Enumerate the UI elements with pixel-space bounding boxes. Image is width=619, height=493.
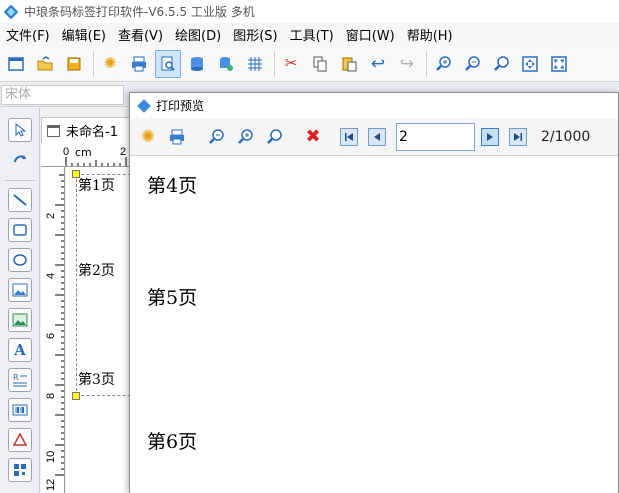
redo-icon[interactable]: ↪ [394,50,420,78]
database-icon[interactable] [184,50,210,78]
menu-window[interactable]: 窗口(W) [340,25,401,44]
preview-toolbar: ✺ ✖ 2/1000 [130,118,618,156]
zoom-in-icon[interactable] [233,124,257,150]
open-icon[interactable] [32,50,58,78]
ellipse-tool-icon[interactable] [8,248,32,272]
print-settings-icon[interactable]: ✺ [136,124,160,150]
drawing-tools-panel: A R [0,108,40,493]
rich-text-tool-icon[interactable]: R [8,368,32,392]
label-outline [76,174,136,396]
ruler-label: 4 [45,272,57,279]
save-icon[interactable] [61,50,87,78]
menu-bar: 文件(F) 编辑(E) 查看(V) 绘图(D) 图形(S) 工具(T) 窗口(W… [0,23,619,46]
zoom-actual-icon[interactable] [262,124,286,150]
menu-edit[interactable]: 编辑(E) [56,25,112,44]
menu-draw[interactable]: 绘图(D) [169,25,227,44]
vertical-ruler: 2 4 6 8 10 12 [41,167,65,493]
line-tool-icon[interactable] [8,188,32,212]
main-toolbar: ✺ ✂ ↩ ↪ [0,46,619,82]
menu-file[interactable]: 文件(F) [0,25,56,44]
barcode-tool-icon[interactable] [8,398,32,422]
menu-shape[interactable]: 图形(S) [227,25,283,44]
document-window-icon [47,124,60,137]
next-page-icon[interactable] [481,127,499,146]
horizontal-ruler: 0 cm 2 [41,143,131,167]
print-icon[interactable] [165,124,189,150]
last-page-icon[interactable] [509,127,527,146]
canvas-page-label[interactable]: 第3页 [78,369,115,389]
close-preview-icon[interactable]: ✖ [301,124,325,150]
copy-icon[interactable] [307,50,333,78]
preview-page-label: 第5页 [147,287,198,309]
picture-library-icon[interactable] [8,308,32,332]
page-number-input[interactable] [396,122,475,151]
zoom-out-icon[interactable] [204,124,228,150]
font-name-select[interactable]: 宋体 [1,85,124,105]
zoom-actual-icon[interactable] [488,50,514,78]
rotate-tool-icon[interactable] [8,148,32,172]
undo-icon[interactable]: ↩ [365,50,391,78]
preview-page-label: 第4页 [147,175,198,197]
design-canvas[interactable]: 第1页 第2页 第3页 [66,167,136,493]
ruler-label: 8 [45,392,57,399]
window-title: 中琅条码标签打印软件-V6.5.5 工业版 多机 [24,5,255,19]
ruler-label: 2 [45,212,57,219]
menu-tools[interactable]: 工具(T) [284,25,340,44]
preview-content[interactable]: 第4页 第5页 第6页 [130,157,618,493]
zoom-in-icon[interactable] [430,50,456,78]
preview-page-label: 第6页 [147,431,198,453]
qrcode-tool-icon[interactable] [8,458,32,482]
ruler-label: 10 [45,450,57,463]
canvas-page-label[interactable]: 第1页 [78,175,115,195]
app-logo-icon [3,4,19,19]
panel-divider [5,180,35,181]
resize-handle[interactable] [72,392,80,400]
svg-text:R: R [13,373,19,382]
paste-icon[interactable] [336,50,362,78]
preview-title: 打印预览 [156,99,205,113]
database-settings-icon[interactable] [213,50,239,78]
preview-window-icon [137,98,151,113]
image-tool-icon[interactable] [8,278,32,302]
first-page-icon[interactable] [340,127,358,146]
canvas-page-label[interactable]: 第2页 [78,260,115,280]
fit-width-icon[interactable] [546,50,572,78]
rectangle-tool-icon[interactable] [8,218,32,242]
zoom-out-icon[interactable] [459,50,485,78]
grid-icon[interactable] [242,50,268,78]
previous-page-icon[interactable] [368,127,386,146]
preview-title-bar: 打印预览 [130,93,618,118]
print-icon[interactable] [126,50,152,78]
document-tab[interactable]: 未命名-1 [41,117,131,143]
document-tab-label: 未命名-1 [66,125,118,140]
select-tool-icon[interactable] [8,118,32,142]
text-tool-icon[interactable]: A [8,338,32,362]
fit-page-icon[interactable] [517,50,543,78]
print-preview-icon[interactable] [155,49,181,78]
toolbar-divider [93,50,94,77]
title-bar: 中琅条码标签打印软件-V6.5.5 工业版 多机 [0,0,619,23]
settings-icon[interactable]: ✺ [97,50,123,78]
ruler-label: 12 [45,478,57,491]
ruler-ticks [65,157,127,166]
print-preview-window: 打印预览 ✺ ✖ 2/1000 第4页 第5页 第6页 [129,92,619,493]
menu-help[interactable]: 帮助(H) [401,25,459,44]
new-icon[interactable] [3,50,29,78]
toolbar-divider [274,50,275,77]
menu-view[interactable]: 查看(V) [112,25,169,44]
ruler-label: 6 [45,332,57,339]
cut-icon[interactable]: ✂ [278,50,304,78]
polygon-tool-icon[interactable] [8,428,32,452]
page-count-label: 2/1000 [541,128,591,145]
toolbar-divider [426,50,427,77]
